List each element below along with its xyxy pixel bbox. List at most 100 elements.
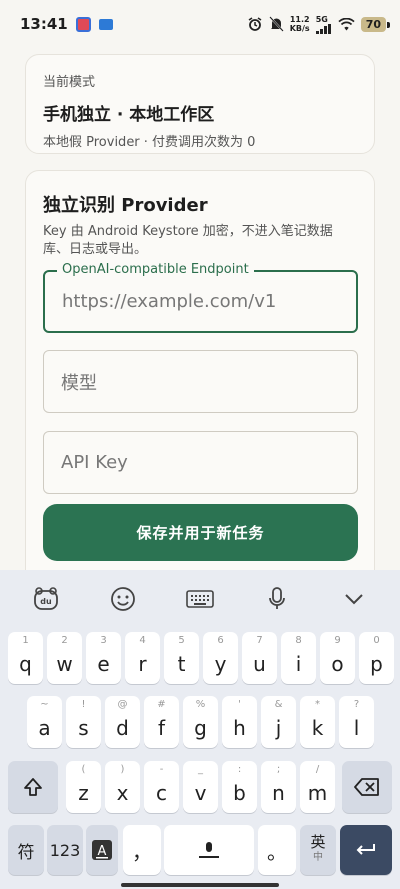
- key-v[interactable]: _ v: [183, 761, 218, 813]
- mode-label: 当前模式: [43, 75, 96, 90]
- api-key-input[interactable]: API Key: [43, 431, 358, 494]
- key-label: p: [370, 652, 383, 676]
- key-hint: 3: [100, 635, 107, 646]
- key-g[interactable]: % g: [183, 696, 218, 748]
- key-z[interactable]: (z: [66, 761, 101, 813]
- network-type: 5G: [315, 14, 328, 24]
- mode-subtitle: 本地假 Provider · 付费调用次数为 0: [43, 135, 256, 150]
- key-label: q: [19, 652, 32, 676]
- current-mode-card: 当前模式 手机独立 · 本地工作区 本地假 Provider · 付费调用次数为…: [25, 54, 375, 154]
- key-b[interactable]: :b: [222, 761, 257, 813]
- microphone-icon[interactable]: [259, 581, 295, 617]
- save-button[interactable]: 保存并用于新任务: [43, 504, 358, 561]
- comma-key[interactable]: ，: [123, 825, 161, 875]
- text-style-key[interactable]: A: [86, 825, 118, 875]
- key-u[interactable]: 7u: [242, 632, 277, 684]
- key-label: a: [38, 716, 51, 740]
- key-m[interactable]: / m: [300, 761, 335, 813]
- key-hint: 6: [217, 635, 224, 646]
- key-label: o: [331, 652, 344, 676]
- key-h[interactable]: ' h: [222, 696, 257, 748]
- home-indicator: [121, 883, 279, 887]
- key-i[interactable]: 8i: [281, 632, 316, 684]
- symbol-key[interactable]: 符: [8, 825, 44, 875]
- endpoint-label: OpenAI-compatible Endpoint: [57, 262, 254, 277]
- key-hint: *: [315, 699, 320, 710]
- key-e[interactable]: 3e: [86, 632, 121, 684]
- key-label: b: [233, 781, 246, 805]
- key-label: d: [116, 716, 129, 740]
- key-hint: &: [274, 699, 283, 710]
- key-label: k: [311, 716, 324, 740]
- provider-title: 独立识别 Provider: [43, 195, 208, 216]
- emoji-icon[interactable]: [105, 581, 141, 617]
- keyboard-toolbar: du: [0, 570, 400, 628]
- key-r[interactable]: 4r: [125, 632, 160, 684]
- endpoint-input[interactable]: OpenAI-compatible Endpoint https://examp…: [43, 262, 358, 333]
- key-hint: ): [120, 764, 125, 775]
- key-label: c: [156, 781, 167, 805]
- key-hint: !: [81, 699, 86, 710]
- key-p[interactable]: 0p: [359, 632, 394, 684]
- key-t[interactable]: 5t: [164, 632, 199, 684]
- key-label: u: [253, 652, 266, 676]
- key-hint: 2: [61, 635, 68, 646]
- number-key[interactable]: 123: [47, 825, 83, 875]
- key-label: x: [116, 781, 129, 805]
- key-q[interactable]: 1q: [8, 632, 43, 684]
- shift-key[interactable]: [8, 761, 58, 813]
- key-x[interactable]: ) x: [105, 761, 140, 813]
- key-hint: /: [315, 764, 320, 775]
- alarm-icon: [248, 17, 262, 31]
- key-w[interactable]: 2w: [47, 632, 82, 684]
- key-l[interactable]: ? l: [339, 696, 374, 748]
- model-placeholder: 模型: [61, 372, 97, 394]
- speed-value: 11.2: [289, 15, 310, 24]
- key-label: w: [56, 652, 73, 676]
- key-label: r: [138, 652, 147, 676]
- key-hint: 4: [139, 635, 146, 646]
- key-label: m: [307, 781, 328, 805]
- key-f[interactable]: # f: [144, 696, 179, 748]
- key-a[interactable]: ~ a: [27, 696, 62, 748]
- enter-key[interactable]: [340, 825, 392, 875]
- message-notification-icon: [98, 18, 113, 30]
- key-hint: (: [81, 764, 86, 775]
- ime-logo-icon[interactable]: du: [28, 581, 64, 617]
- cell-signal: 5G: [315, 14, 332, 34]
- period-key[interactable]: 。: [258, 825, 296, 875]
- keyboard-icon[interactable]: [182, 581, 218, 617]
- key-o[interactable]: 9o: [320, 632, 355, 684]
- collapse-keyboard-icon[interactable]: [336, 581, 372, 617]
- key-hint: 7: [256, 635, 263, 646]
- svg-text:A: A: [98, 844, 107, 859]
- lang-key-label: 英: [310, 833, 326, 851]
- wifi-icon: [338, 17, 355, 30]
- key-j[interactable]: & j: [261, 696, 296, 748]
- key-label: e: [97, 652, 110, 676]
- key-label: v: [194, 781, 207, 805]
- key-label: g: [194, 716, 207, 740]
- key-hint: 5: [178, 635, 185, 646]
- key-label: f: [157, 716, 166, 740]
- space-key[interactable]: [164, 825, 254, 875]
- key-label: n: [272, 781, 285, 805]
- key-label: j: [275, 716, 282, 740]
- key-hint: 0: [373, 635, 380, 646]
- backspace-key[interactable]: [342, 761, 392, 813]
- endpoint-placeholder: https://example.com/v1: [62, 291, 277, 312]
- key-s[interactable]: ! s: [66, 696, 101, 748]
- model-input[interactable]: 模型: [43, 350, 358, 413]
- key-hint: ': [238, 699, 241, 710]
- key-n[interactable]: ; n: [261, 761, 296, 813]
- key-label: t: [177, 652, 186, 676]
- key-d[interactable]: @ d: [105, 696, 140, 748]
- provider-description: Key 由 Android Keystore 加密，不进入笔记数据库、日志或导出…: [43, 224, 333, 257]
- language-switch-key[interactable]: 英 中: [300, 825, 336, 875]
- key-hint: %: [195, 699, 206, 710]
- key-c[interactable]: -c: [144, 761, 179, 813]
- key-k[interactable]: * k: [300, 696, 335, 748]
- app-notification-icon: [75, 16, 91, 32]
- signal-icon: [315, 23, 331, 34]
- key-y[interactable]: 6y: [203, 632, 238, 684]
